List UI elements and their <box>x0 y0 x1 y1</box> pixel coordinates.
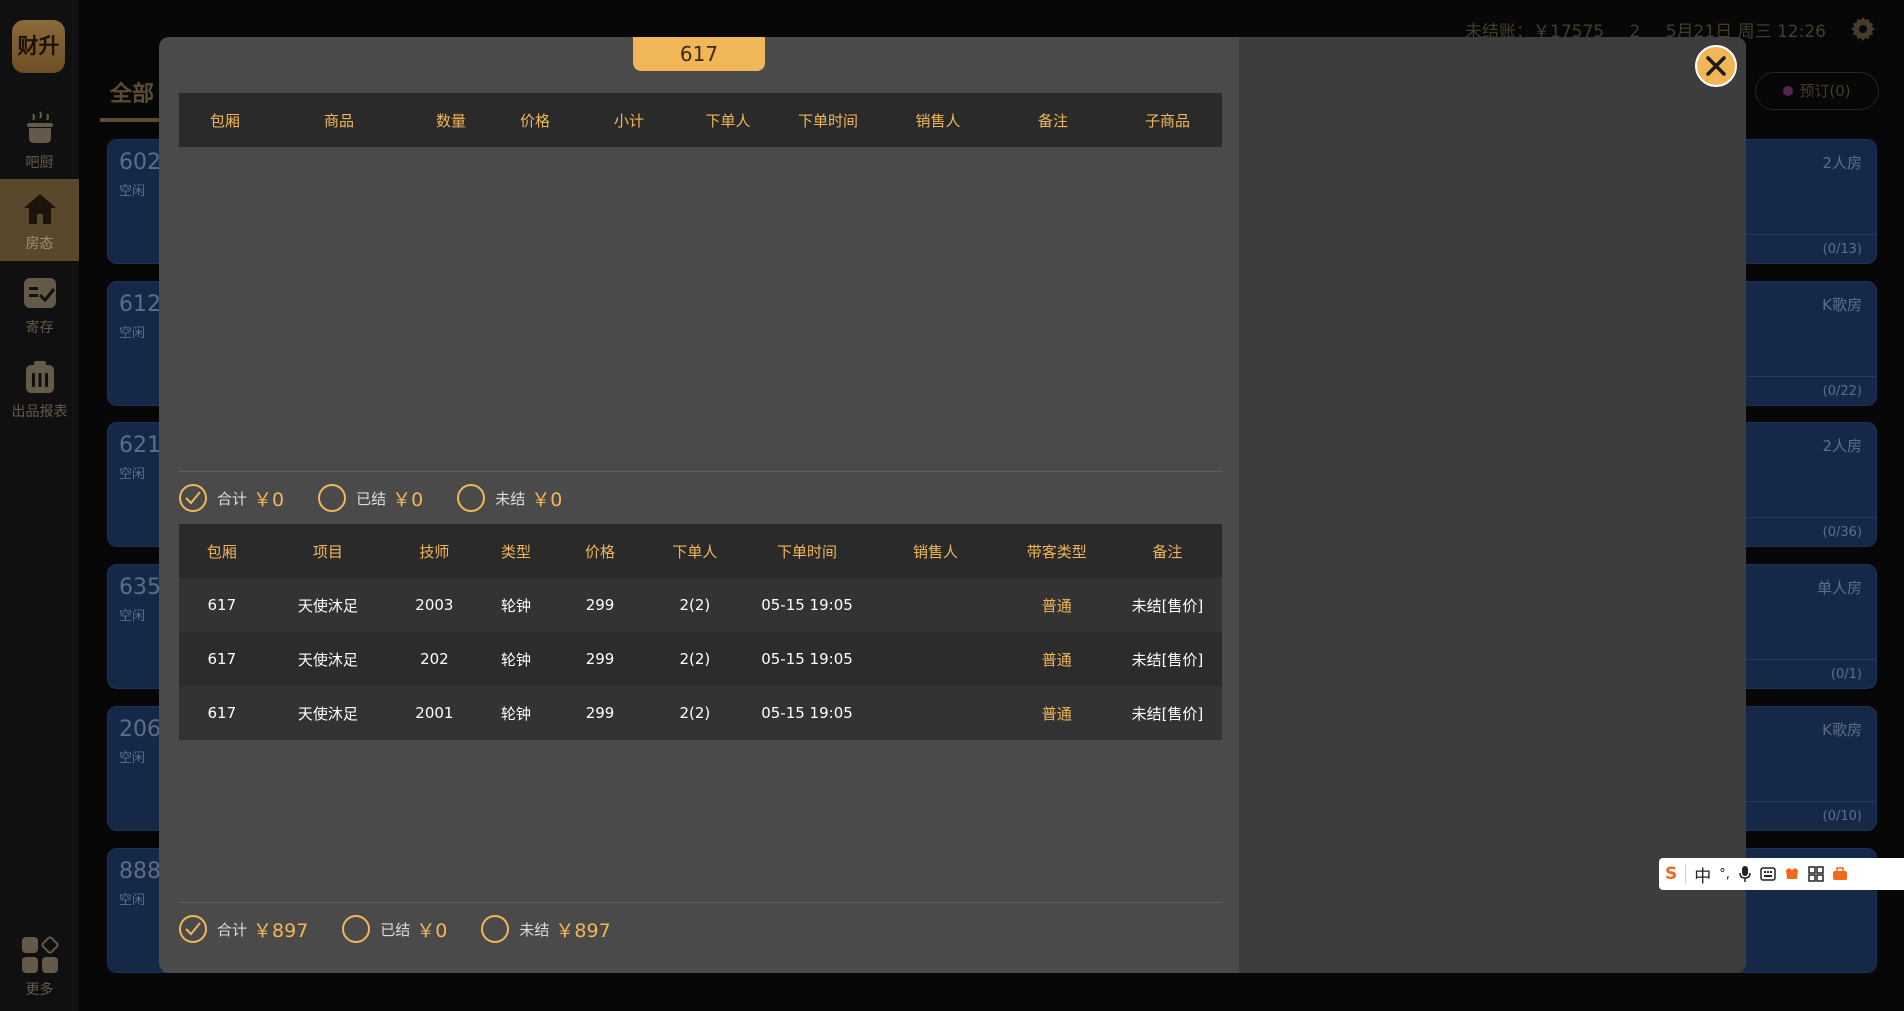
service-settled-label: 已结 <box>380 920 411 939</box>
close-icon <box>1706 56 1726 76</box>
cell-orderer: 2(2) <box>645 578 744 632</box>
cell-order-time: 05-15 19:05 <box>743 632 871 686</box>
col-header: 类型 <box>477 524 555 578</box>
cell-type: 轮钟 <box>477 686 555 740</box>
cell-price: 299 <box>554 578 646 632</box>
cell-note: 未结[售价] <box>1112 632 1222 686</box>
table-header-row: 包厢 项目 技师 类型 价格 下单人 下单时间 销售人 带客类型 备注 <box>179 524 1222 578</box>
modal-side-panel <box>1239 37 1746 973</box>
table-row[interactable]: 617 天使沐足 2001 轮钟 299 2(2) 05-15 19:05 普通… <box>179 686 1222 740</box>
goods-unsettled-option[interactable]: 未结 ￥0 <box>457 484 562 512</box>
table-row[interactable]: 617 天使沐足 202 轮钟 299 2(2) 05-15 19:05 普通 … <box>179 632 1222 686</box>
goods-settled-amount: ￥0 <box>392 488 424 511</box>
mic-icon[interactable] <box>1738 865 1752 883</box>
cell-salesperson <box>870 686 1001 740</box>
goods-table: 包厢 商品 数量 价格 小计 下单人 下单时间 销售人 备注 子商品 <box>179 93 1222 147</box>
col-header: 小计 <box>575 93 683 147</box>
cell-guest-type: 普通 <box>1000 686 1113 740</box>
ime-chinese-toggle[interactable]: 中 <box>1694 862 1711 887</box>
goods-summary: 合计 ￥0 已结 ￥0 未结 ￥0 <box>179 483 596 513</box>
col-header: 下单时间 <box>773 93 883 147</box>
goods-total-label: 合计 <box>217 489 248 508</box>
service-total-option[interactable]: 合计 ￥897 <box>179 915 308 943</box>
ime-toolbar: S 中 °, <box>1659 858 1904 890</box>
goods-unsettled-amount: ￥0 <box>531 488 563 511</box>
col-header: 技师 <box>391 524 478 578</box>
cell-type: 轮钟 <box>477 578 555 632</box>
col-header: 销售人 <box>870 524 1001 578</box>
skin-icon[interactable] <box>1784 866 1800 882</box>
service-table: 包厢 项目 技师 类型 价格 下单人 下单时间 销售人 带客类型 备注 617 … <box>179 524 1222 740</box>
service-settled-amount: ￥0 <box>416 919 448 942</box>
goods-total-option[interactable]: 合计 ￥0 <box>179 484 284 512</box>
col-header: 下单时间 <box>743 524 871 578</box>
keyboard-icon[interactable] <box>1760 867 1776 881</box>
cell-item: 天使沐足 <box>264 632 392 686</box>
goods-total-amount: ￥0 <box>253 488 285 511</box>
service-total-label: 合计 <box>217 920 248 939</box>
radio-icon[interactable] <box>457 484 486 512</box>
cell-price: 299 <box>554 632 646 686</box>
service-unsettled-amount: ￥897 <box>555 919 611 942</box>
ime-separator <box>1685 865 1687 883</box>
col-header: 备注 <box>993 93 1113 147</box>
cell-order-time: 05-15 19:05 <box>743 686 871 740</box>
cell-item: 天使沐足 <box>264 686 392 740</box>
col-header: 商品 <box>271 93 407 147</box>
service-total-amount: ￥897 <box>253 919 309 942</box>
cell-room: 617 <box>179 686 265 740</box>
sogou-icon[interactable]: S <box>1665 864 1677 884</box>
cell-order-time: 05-15 19:05 <box>743 578 871 632</box>
table-row[interactable]: 617 天使沐足 2003 轮钟 299 2(2) 05-15 19:05 普通… <box>179 578 1222 632</box>
goods-unsettled-label: 未结 <box>495 489 526 508</box>
cell-technician: 202 <box>391 632 478 686</box>
col-header: 项目 <box>264 524 392 578</box>
cell-room: 617 <box>179 632 265 686</box>
col-header: 价格 <box>554 524 646 578</box>
cell-technician: 2003 <box>391 578 478 632</box>
radio-icon[interactable] <box>318 484 347 512</box>
cell-technician: 2001 <box>391 686 478 740</box>
cell-salesperson <box>870 578 1001 632</box>
toolbox-icon[interactable] <box>1832 866 1848 882</box>
radio-checked-icon[interactable] <box>179 915 207 943</box>
grid-icon[interactable] <box>1808 866 1824 882</box>
cell-note: 未结[售价] <box>1112 578 1222 632</box>
col-header: 下单人 <box>683 93 773 147</box>
radio-icon[interactable] <box>481 915 510 943</box>
goods-divider <box>179 471 1222 472</box>
col-header: 数量 <box>407 93 495 147</box>
cell-item: 天使沐足 <box>264 578 392 632</box>
radio-checked-icon[interactable] <box>179 484 207 512</box>
ime-punct-toggle[interactable]: °, <box>1719 867 1730 882</box>
cell-type: 轮钟 <box>477 632 555 686</box>
cell-orderer: 2(2) <box>645 686 744 740</box>
col-header: 价格 <box>495 93 575 147</box>
cell-price: 299 <box>554 686 646 740</box>
cell-orderer: 2(2) <box>645 632 744 686</box>
table-header-row: 包厢 商品 数量 价格 小计 下单人 下单时间 销售人 备注 子商品 <box>179 93 1222 147</box>
close-button[interactable] <box>1695 45 1737 87</box>
col-header: 销售人 <box>883 93 993 147</box>
col-header: 备注 <box>1112 524 1222 578</box>
service-unsettled-option[interactable]: 未结 ￥897 <box>481 915 611 943</box>
cell-note: 未结[售价] <box>1112 686 1222 740</box>
room-tab[interactable]: 617 <box>633 37 765 71</box>
cell-guest-type: 普通 <box>1000 632 1113 686</box>
cell-guest-type: 普通 <box>1000 578 1113 632</box>
col-header: 下单人 <box>645 524 744 578</box>
service-unsettled-label: 未结 <box>519 920 550 939</box>
cell-room: 617 <box>179 578 265 632</box>
service-divider <box>179 902 1222 903</box>
radio-icon[interactable] <box>342 915 371 943</box>
service-settled-option[interactable]: 已结 ￥0 <box>342 915 447 943</box>
col-header: 包厢 <box>179 93 271 147</box>
col-header: 包厢 <box>179 524 265 578</box>
cell-salesperson <box>870 632 1001 686</box>
goods-settled-option[interactable]: 已结 ￥0 <box>318 484 423 512</box>
goods-settled-label: 已结 <box>356 489 387 508</box>
service-summary: 合计 ￥897 已结 ￥0 未结 ￥897 <box>179 914 645 944</box>
col-header: 带客类型 <box>1000 524 1113 578</box>
col-header: 子商品 <box>1113 93 1222 147</box>
